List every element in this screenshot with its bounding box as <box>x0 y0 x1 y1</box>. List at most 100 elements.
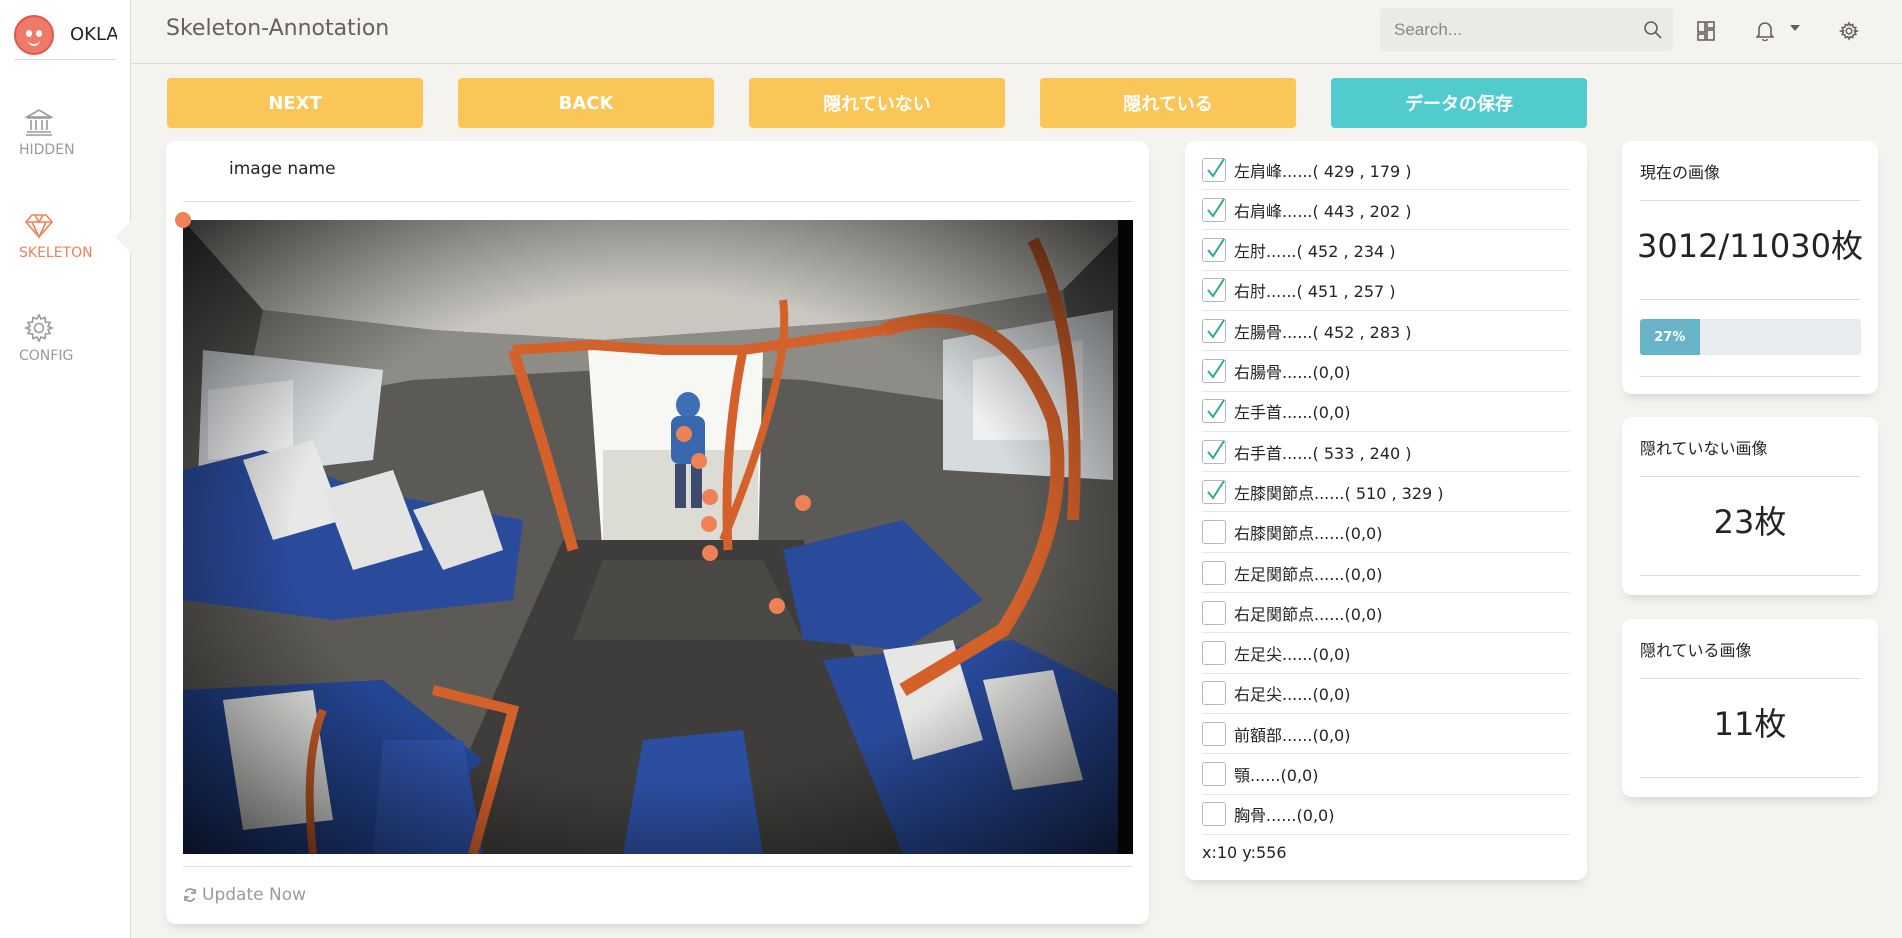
joint-row[interactable]: 左手首......(0,0) <box>1202 392 1570 432</box>
cursor-coordinate-readout: x:10 y:556 <box>1202 843 1287 862</box>
checkmark-icon <box>1207 399 1225 419</box>
joint-checkbox[interactable] <box>1202 802 1226 827</box>
joint-row[interactable]: 前額部......(0,0) <box>1202 714 1570 755</box>
joint-checkbox[interactable] <box>1202 721 1226 746</box>
dashboard-icon[interactable] <box>1697 21 1715 41</box>
hidden-button[interactable]: 隠れている <box>1040 78 1296 128</box>
joint-label: 右足尖......(0,0) <box>1234 685 1351 705</box>
sidebar: OKLA HIDDEN SKELETON CONFIG <box>0 0 131 938</box>
divider <box>1640 575 1861 576</box>
sidebar-item-label: CONFIG <box>19 348 74 364</box>
diamond-icon <box>24 214 54 239</box>
joint-checkbox[interactable] <box>1202 157 1226 182</box>
checkmark-icon <box>1207 319 1225 339</box>
keypoint-marker[interactable] <box>702 545 718 561</box>
page-title: Skeleton-Annotation <box>166 16 390 41</box>
joint-row[interactable]: 右手首......( 533 , 240 ) <box>1202 432 1570 473</box>
joint-checkbox[interactable] <box>1202 520 1226 545</box>
joint-label: 左肘......( 452 , 234 ) <box>1234 242 1396 262</box>
sidebar-item-skeleton[interactable]: SKELETON <box>0 199 131 279</box>
back-button[interactable]: BACK <box>458 78 714 128</box>
joint-list-card: 左肩峰......( 429 , 179 ) 右肩峰......( 443 , 2… <box>1185 141 1587 880</box>
annotation-cursor-point[interactable] <box>175 212 191 228</box>
gear-icon[interactable] <box>1839 21 1859 41</box>
joint-label: 右腸骨......(0,0) <box>1234 363 1351 382</box>
image-counter: 3012/11030枚 <box>1636 227 1864 265</box>
keypoint-marker[interactable] <box>676 426 692 442</box>
joint-checkbox[interactable] <box>1202 278 1226 303</box>
joint-row[interactable]: 右足尖......(0,0) <box>1202 674 1570 714</box>
update-now-link[interactable]: Update Now <box>183 885 306 905</box>
logo[interactable]: OKLA <box>14 10 117 60</box>
annotation-image[interactable] <box>183 220 1133 854</box>
joint-row[interactable]: 左肘......( 452 , 234 ) <box>1202 231 1570 271</box>
joint-row[interactable]: 右膝関節点......(0,0) <box>1202 513 1570 553</box>
refresh-icon <box>184 888 196 902</box>
joint-row[interactable]: 右肩峰......( 443 , 202 ) <box>1202 190 1570 231</box>
joint-row[interactable]: 右足関節点......(0,0) <box>1202 593 1570 634</box>
checkmark-icon <box>1207 157 1225 178</box>
joint-row[interactable]: 左足尖......(0,0) <box>1202 634 1570 674</box>
joint-row[interactable]: 左膝関節点......( 510 , 329 ) <box>1202 472 1570 513</box>
progress-bar: 27% <box>1640 319 1861 355</box>
checkmark-icon <box>1207 198 1225 218</box>
search-input[interactable] <box>1380 8 1620 51</box>
keypoint-marker[interactable] <box>795 495 811 511</box>
joint-checkbox[interactable] <box>1202 399 1226 424</box>
bus-interior-image <box>183 220 1133 854</box>
not-hidden-count-card: 隠れていない画像 23枚 <box>1622 417 1878 595</box>
joint-row[interactable]: 右腸骨......(0,0) <box>1202 352 1570 392</box>
joint-label: 前額部......(0,0) <box>1234 725 1351 745</box>
image-name-label: image name <box>229 159 336 179</box>
joint-checkbox[interactable] <box>1202 439 1226 464</box>
search-icon[interactable] <box>1643 20 1663 40</box>
divider <box>1640 376 1861 377</box>
divider <box>1640 678 1861 679</box>
keypoint-marker[interactable] <box>702 489 718 505</box>
gear-icon <box>23 313 55 343</box>
divider <box>183 201 1133 202</box>
logo-icon <box>14 14 54 55</box>
joint-label: 右膝関節点......(0,0) <box>1234 524 1383 544</box>
search-box <box>1380 8 1673 51</box>
joint-row[interactable]: 顎......(0,0) <box>1202 755 1570 795</box>
joint-checkbox[interactable] <box>1202 197 1226 222</box>
joint-label: 左足尖......(0,0) <box>1234 645 1351 665</box>
joint-row[interactable]: 左腸骨......( 452 , 283 ) <box>1202 311 1570 352</box>
joint-checkbox[interactable] <box>1202 762 1226 786</box>
not-hidden-button[interactable]: 隠れていない <box>749 78 1005 128</box>
next-button[interactable]: NEXT <box>167 78 423 128</box>
keypoint-marker[interactable] <box>701 516 717 532</box>
sidebar-item-hidden[interactable]: HIDDEN <box>0 96 130 176</box>
joint-checkbox[interactable] <box>1202 560 1226 585</box>
joint-label: 右手首......( 533 , 240 ) <box>1234 443 1412 463</box>
save-data-button[interactable]: データの保存 <box>1331 78 1587 128</box>
bell-icon[interactable] <box>1756 21 1774 41</box>
joint-checkbox[interactable] <box>1202 318 1226 343</box>
keypoint-marker[interactable] <box>691 453 707 469</box>
sidebar-item-config[interactable]: CONFIG <box>0 302 130 382</box>
stat-title: 隠れていない画像 <box>1640 439 1768 458</box>
joint-checkbox[interactable] <box>1202 641 1226 666</box>
joint-label: 左足関節点......(0,0) <box>1234 564 1383 584</box>
top-navbar: Skeleton-Annotation <box>131 0 1902 64</box>
image-card: image name Update Now <box>166 141 1149 924</box>
joint-checkbox[interactable] <box>1202 600 1226 625</box>
joint-label: 左腸骨......( 452 , 283 ) <box>1234 322 1412 342</box>
checkmark-icon <box>1207 440 1225 460</box>
checkmark-icon <box>1207 359 1225 379</box>
joint-row[interactable]: 左足関節点......(0,0) <box>1202 553 1570 593</box>
joint-row[interactable]: 胸骨......(0,0) <box>1202 795 1570 835</box>
bank-icon <box>24 109 54 136</box>
checkmark-icon <box>1207 238 1225 258</box>
chevron-down-icon[interactable] <box>1790 25 1800 31</box>
joint-checkbox[interactable] <box>1202 359 1226 383</box>
keypoint-marker[interactable] <box>769 598 785 614</box>
joint-checkbox[interactable] <box>1202 479 1226 504</box>
joint-row[interactable]: 右肘......( 451 , 257 ) <box>1202 271 1570 311</box>
joint-label: 胸骨......(0,0) <box>1234 806 1335 826</box>
joint-checkbox[interactable] <box>1202 238 1226 263</box>
joint-row[interactable]: 左肩峰......( 429 , 179 ) <box>1202 150 1570 190</box>
joint-label: 左肩峰......( 429 , 179 ) <box>1234 161 1412 181</box>
joint-checkbox[interactable] <box>1202 681 1226 706</box>
